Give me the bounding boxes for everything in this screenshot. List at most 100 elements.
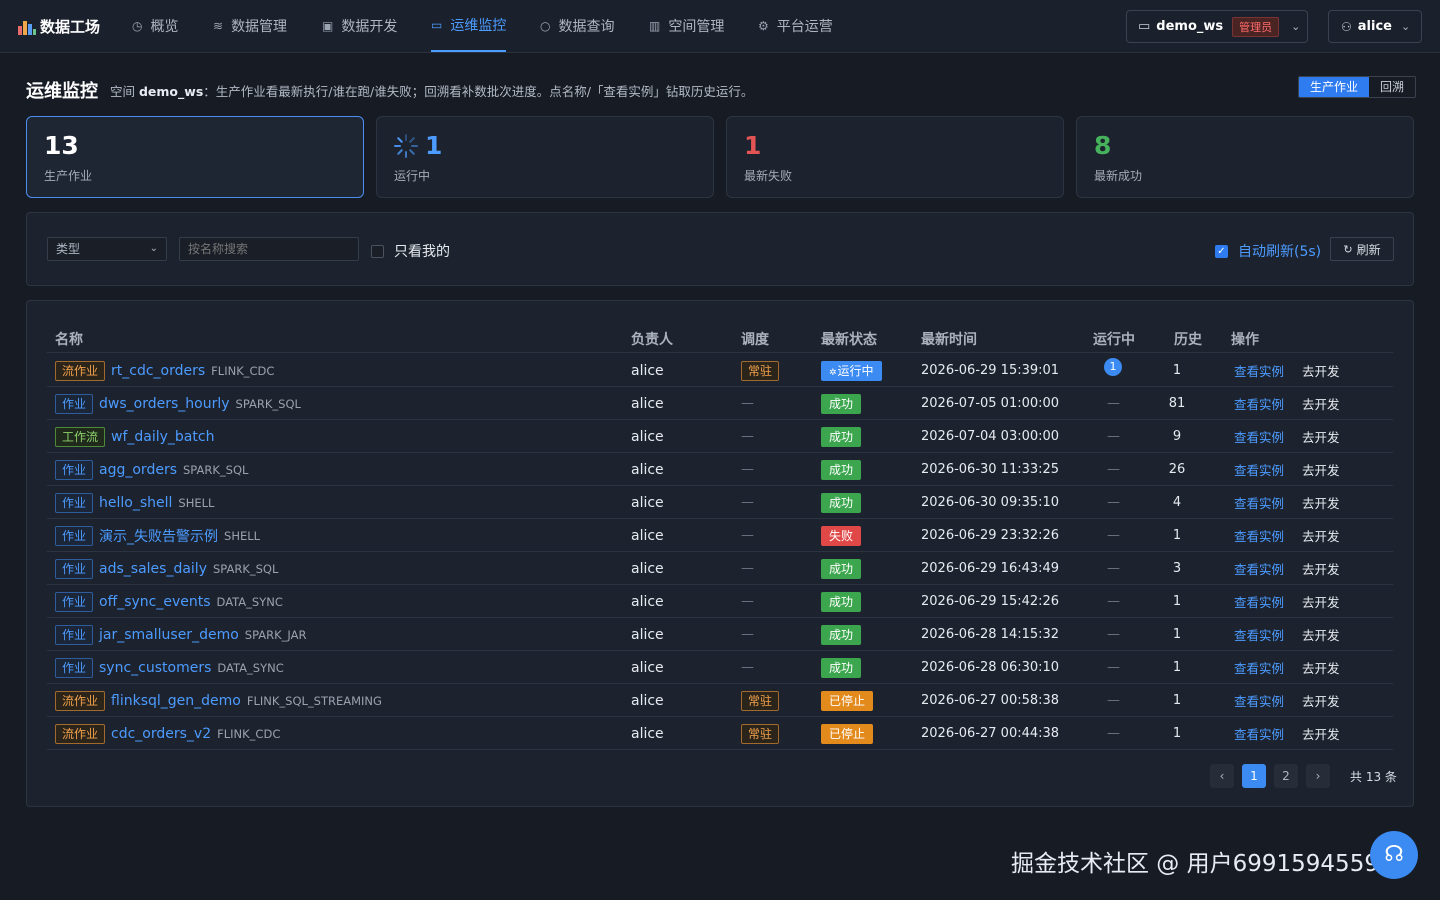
nav-item-1[interactable]: ≋ 数据管理 [213, 0, 287, 52]
go-dev-link[interactable]: 去开发 [1302, 625, 1340, 644]
time-cell: 2026-06-29 15:42:26 [921, 594, 1060, 609]
go-dev-link[interactable]: 去开发 [1302, 658, 1340, 677]
job-name-link[interactable]: off_sync_events [99, 594, 211, 610]
workspace-selector[interactable]: ▭ demo_ws 管理员 ⌄ [1126, 10, 1308, 43]
type-select[interactable]: 类型 ⌄ [47, 237, 167, 261]
view-instances-link[interactable]: 查看实例 [1234, 361, 1284, 380]
nav-item-label: 空间管理 [668, 19, 725, 35]
app-logo[interactable]: 数据工场 [18, 16, 100, 37]
schedule-badge: 常驻 [741, 690, 780, 711]
view-instances-link[interactable]: 查看实例 [1234, 658, 1284, 677]
stat-card-production[interactable]: 13 生产作业 [26, 116, 364, 198]
view-instances-link[interactable]: 查看实例 [1234, 460, 1284, 479]
stat-card-running[interactable]: 1 运行中 [376, 116, 714, 198]
filter-bar: 类型 ⌄ 只看我的 ✓ 自动刷新(5s) ↻ 刷新 [26, 212, 1414, 286]
page-button-2[interactable]: 2 [1274, 764, 1298, 788]
workspace-name: demo_ws [1156, 19, 1224, 34]
go-dev-link[interactable]: 去开发 [1302, 559, 1340, 578]
check-icon[interactable]: ✓ [1215, 244, 1228, 258]
running-cell: — [1107, 693, 1120, 708]
job-name-link[interactable]: ads_sales_daily [99, 561, 207, 577]
go-dev-link[interactable]: 去开发 [1302, 526, 1340, 545]
nav-item-5[interactable]: ▥ 空间管理 [649, 0, 724, 52]
job-type: FLINK_CDC [217, 726, 281, 741]
status-badge: 成功 [821, 492, 862, 513]
history-cell: 1 [1172, 363, 1182, 378]
nav-item-3[interactable]: ▭ 运维监控 [431, 0, 507, 52]
toggle-backfill[interactable]: 回溯 [1369, 77, 1415, 97]
help-float-button[interactable]: ☊ [1370, 831, 1418, 879]
go-dev-link[interactable]: 去开发 [1302, 493, 1340, 512]
job-name-link[interactable]: dws_orders_hourly [99, 396, 230, 412]
stat-card-success[interactable]: 8 最新成功 [1076, 116, 1414, 198]
status-badge: 已停止 [821, 690, 874, 711]
auto-refresh-checkbox[interactable]: ✓ 自动刷新(5s) [1215, 241, 1321, 261]
view-instances-link[interactable]: 查看实例 [1234, 625, 1284, 644]
nav-item-0[interactable]: ◷ 概览 [132, 0, 178, 52]
view-instances-link[interactable]: 查看实例 [1234, 493, 1284, 512]
view-instances-link[interactable]: 查看实例 [1234, 559, 1284, 578]
prev-page-button[interactable]: ‹ [1210, 764, 1234, 788]
go-dev-link[interactable]: 去开发 [1302, 592, 1340, 611]
only-mine-checkbox[interactable]: 只看我的 [371, 241, 450, 261]
job-name-link[interactable]: 演示_失败告警示例 [99, 526, 218, 546]
col-header-schedule: 调度 [741, 332, 769, 348]
toggle-production[interactable]: 生产作业 [1299, 77, 1370, 97]
job-name-link[interactable]: agg_orders [99, 462, 177, 478]
job-name-link[interactable]: sync_customers [99, 660, 211, 676]
status-badge: 成功 [821, 558, 862, 579]
next-page-button[interactable]: › [1306, 764, 1330, 788]
status-cell: 失败 [821, 519, 862, 552]
job-name-link[interactable]: cdc_orders_v2 [111, 726, 211, 742]
view-instances-link[interactable]: 查看实例 [1234, 427, 1284, 446]
view-instances-link[interactable]: 查看实例 [1234, 394, 1284, 413]
view-instances-link[interactable]: 查看实例 [1234, 526, 1284, 545]
nav-item-4[interactable]: ○ 数据查询 [540, 0, 614, 52]
headset-icon: ☊ [1384, 842, 1404, 867]
stat-value: 1 [425, 131, 443, 160]
kind-tag: 流作业 [55, 723, 106, 744]
status-cell: 成功 [821, 453, 862, 486]
job-name-link[interactable]: rt_cdc_orders [111, 363, 205, 379]
ops-cell: 查看实例 去开发 [1234, 684, 1340, 717]
view-instances-link[interactable]: 查看实例 [1234, 592, 1284, 611]
page-button-1[interactable]: 1 [1242, 764, 1266, 788]
refresh-button[interactable]: ↻ 刷新 [1330, 237, 1394, 261]
chevron-down-icon: ⌄ [149, 243, 158, 254]
job-name-link[interactable]: flinksql_gen_demo [111, 693, 241, 709]
nav-item-6[interactable]: ⚙ 平台运营 [758, 0, 833, 52]
go-dev-link[interactable]: 去开发 [1302, 394, 1340, 413]
go-dev-link[interactable]: 去开发 [1302, 361, 1340, 380]
table-row: 作业 sync_customers DATA_SYNC alice — 成功 2026-06… [47, 651, 1393, 684]
stat-label: 最新成功 [1094, 169, 1143, 183]
job-name-link[interactable]: hello_shell [99, 495, 172, 511]
stat-card-failed[interactable]: 1 最新失败 [726, 116, 1064, 198]
name-cell: 流作业 flinksql_gen_demo FLINK_SQL_STREAMING [55, 684, 382, 717]
status-cell: 已停止 [821, 684, 874, 717]
go-dev-link[interactable]: 去开发 [1302, 427, 1340, 446]
go-dev-link[interactable]: 去开发 [1302, 724, 1340, 743]
status-cell: 成功 [821, 387, 862, 420]
search-input[interactable] [179, 237, 359, 261]
nav-item-2[interactable]: ▣ 数据开发 [322, 0, 397, 52]
stat-value: 13 [44, 131, 79, 160]
owner-cell: alice [631, 395, 664, 412]
go-dev-link[interactable]: 去开发 [1302, 460, 1340, 479]
user-menu[interactable]: ⚇ alice ⌄ [1328, 10, 1422, 43]
page-description: 空间 demo_ws：生产作业看最新执行/谁在跑/谁失败；回溯看补数批次进度。点… [110, 84, 754, 99]
col-header-running: 运行中 [1093, 332, 1135, 348]
status-badge: ✲运行中 [821, 360, 882, 381]
col-header-ops: 操作 [1231, 332, 1259, 348]
job-name-link[interactable]: jar_smalluser_demo [99, 627, 239, 643]
job-name-link[interactable]: wf_daily_batch [111, 429, 214, 445]
checkbox-box[interactable] [371, 244, 384, 258]
role-badge: 管理员 [1232, 16, 1280, 37]
view-instances-link[interactable]: 查看实例 [1234, 691, 1284, 710]
name-cell: 流作业 rt_cdc_orders FLINK_CDC [55, 354, 274, 387]
status-cell: 成功 [821, 552, 862, 585]
schedule-badge: 常驻 [741, 723, 780, 744]
user-name: alice [1357, 19, 1392, 34]
job-type: SPARK_JAR [244, 627, 307, 642]
view-instances-link[interactable]: 查看实例 [1234, 724, 1284, 743]
go-dev-link[interactable]: 去开发 [1302, 691, 1340, 710]
